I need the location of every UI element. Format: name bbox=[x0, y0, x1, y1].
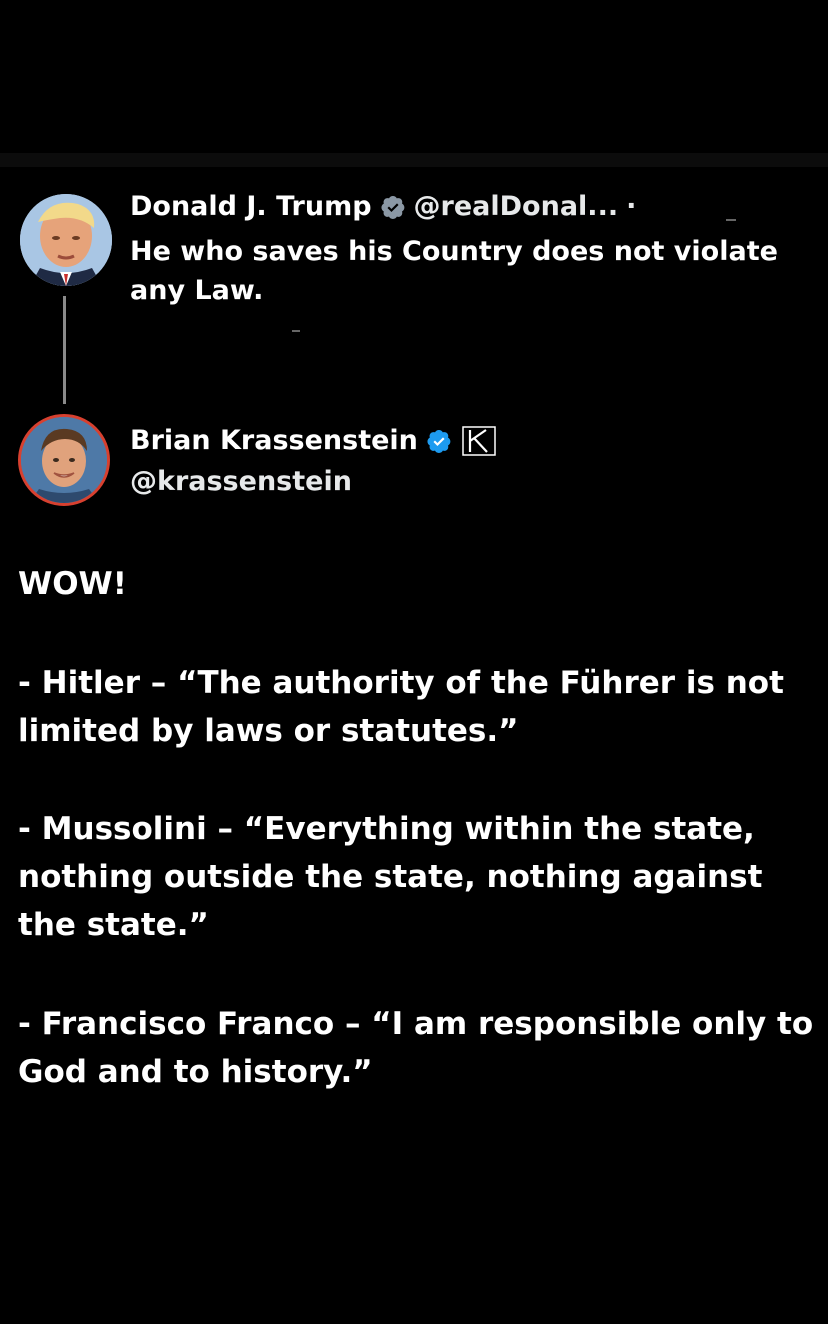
artifact bbox=[726, 219, 736, 221]
trump-post-header: Donald J. Trump @realDonal... · bbox=[130, 190, 636, 224]
trump-avatar[interactable] bbox=[20, 194, 112, 286]
brian-author-name[interactable]: Brian Krassenstein bbox=[130, 424, 418, 458]
reply-text-wow: WOW! bbox=[18, 560, 818, 608]
reply-text-line: nothing outside the state, nothing again… bbox=[18, 859, 763, 895]
brian-avatar[interactable] bbox=[18, 414, 110, 506]
top-blank-area bbox=[0, 0, 828, 168]
reply-text-line: - Mussolini – “Everything within the sta… bbox=[18, 811, 755, 847]
reply-paragraph-franco: - Francisco Franco – “I am responsible o… bbox=[18, 1000, 818, 1096]
reply-text-line: WOW! bbox=[18, 566, 127, 602]
reply-paragraph-hitler: - Hitler – “The authority of the Führer … bbox=[18, 659, 818, 755]
trump-post-text: He who saves his Country does not violat… bbox=[130, 232, 800, 310]
brian-author-handle[interactable]: @krassenstein bbox=[130, 465, 352, 499]
trump-author-name[interactable]: Donald J. Trump bbox=[130, 190, 372, 224]
trump-avatar-image bbox=[20, 194, 112, 286]
artifact bbox=[292, 330, 300, 332]
brian-avatar-image bbox=[21, 417, 107, 503]
brian-post-header: Brian Krassenstein bbox=[130, 424, 496, 458]
reply-text-line: - Hitler – “The authority of the Führer … bbox=[18, 665, 784, 701]
top-divider bbox=[0, 153, 828, 167]
reply-paragraph-mussolini: - Mussolini – “Everything within the sta… bbox=[18, 805, 818, 949]
post-text-line: He who saves his Country does not violat… bbox=[130, 236, 778, 267]
trump-author-handle[interactable]: @realDonal... bbox=[414, 190, 619, 224]
reply-text-line: God and to history.” bbox=[18, 1054, 373, 1090]
verified-badge-gray-icon bbox=[380, 194, 406, 220]
reply-text-line: - Francisco Franco – “I am responsible o… bbox=[18, 1006, 814, 1042]
reply-text-line: limited by laws or statutes.” bbox=[18, 713, 519, 749]
k-logo-icon[interactable] bbox=[462, 426, 496, 456]
post-text-line: any Law. bbox=[130, 275, 264, 306]
reply-text-line: the state.” bbox=[18, 907, 209, 943]
thread-connector-line bbox=[63, 296, 66, 404]
header-separator: · bbox=[626, 191, 637, 222]
verified-badge-blue-icon bbox=[426, 428, 452, 454]
